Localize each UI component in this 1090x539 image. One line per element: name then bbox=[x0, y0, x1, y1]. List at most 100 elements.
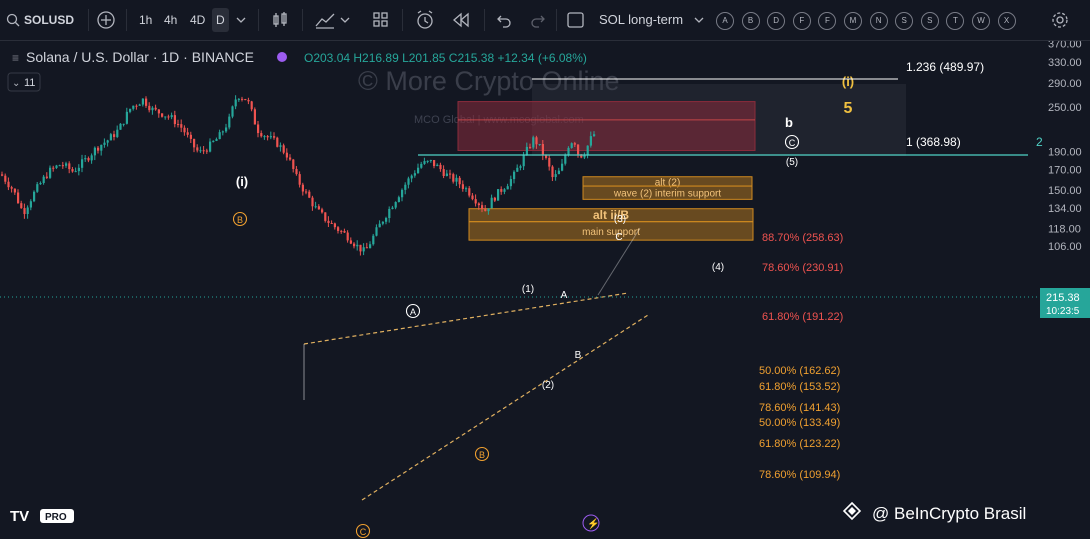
legend-title: Solana / U.S. Dollar · 1D · BINANCE bbox=[26, 49, 254, 65]
fib-level-label: 78.60% (230.91) bbox=[762, 262, 843, 274]
candle-body bbox=[193, 138, 196, 148]
candle-body bbox=[285, 152, 288, 158]
candle-body bbox=[353, 243, 356, 247]
candle-body bbox=[106, 140, 109, 143]
quick-letter-f[interactable]: F bbox=[792, 12, 811, 30]
candle-body bbox=[212, 140, 215, 142]
candle-body bbox=[189, 134, 192, 139]
candle-body bbox=[116, 129, 119, 137]
candle-body bbox=[468, 188, 471, 196]
candle-body bbox=[388, 208, 391, 219]
layout-name[interactable]: SOL long-term bbox=[599, 8, 683, 32]
candle-body bbox=[55, 165, 58, 168]
chevron-down-icon[interactable] bbox=[236, 16, 246, 24]
quick-letter-m[interactable]: M bbox=[844, 12, 862, 30]
candle-body bbox=[516, 167, 519, 172]
candles-icon[interactable] bbox=[270, 10, 290, 30]
candle-body bbox=[65, 163, 68, 166]
wave-label: B bbox=[479, 450, 485, 460]
divider bbox=[88, 9, 89, 31]
fib-level-label: 61.80% (123.22) bbox=[759, 438, 840, 450]
undo-icon[interactable] bbox=[496, 12, 512, 28]
candle-body bbox=[426, 160, 429, 162]
candle-body bbox=[397, 197, 400, 203]
wave-label: (1) bbox=[522, 284, 534, 295]
quick-letter-a[interactable]: A bbox=[716, 12, 734, 30]
candle-body bbox=[122, 123, 125, 125]
chevron-down-icon[interactable] bbox=[340, 16, 350, 24]
candle-body bbox=[180, 124, 183, 128]
alert-icon[interactable] bbox=[414, 9, 436, 31]
candle-body bbox=[173, 115, 176, 125]
fib-zone-label: wave (2) interim support bbox=[613, 189, 721, 200]
candle-body bbox=[234, 99, 237, 107]
candle-body bbox=[413, 173, 416, 176]
candle-body bbox=[33, 191, 36, 202]
quick-letter-s[interactable]: S bbox=[895, 12, 914, 30]
candle-body bbox=[391, 207, 394, 209]
candle-body bbox=[289, 157, 292, 160]
candle-body bbox=[221, 131, 224, 133]
wave-label: (3) bbox=[614, 214, 626, 225]
candle-body bbox=[554, 174, 557, 178]
candle-body bbox=[154, 107, 157, 110]
quick-letter-d[interactable]: D bbox=[767, 12, 786, 30]
candle-body bbox=[225, 127, 228, 132]
redo-icon[interactable] bbox=[530, 12, 546, 28]
quick-letter-s[interactable]: S bbox=[920, 12, 939, 30]
legend-menu-icon[interactable]: ≡ bbox=[12, 51, 19, 65]
candle-body bbox=[445, 173, 448, 177]
fib-level-label: 50.00% (133.49) bbox=[759, 417, 840, 429]
candle-body bbox=[103, 142, 106, 145]
tradingview-logo: TV PRO bbox=[10, 508, 74, 525]
quick-letter-x[interactable]: X bbox=[997, 12, 1016, 30]
candle-body bbox=[183, 127, 186, 133]
symbol-search[interactable]: SOLUSD bbox=[24, 8, 74, 32]
indicators-icon[interactable] bbox=[314, 10, 336, 30]
quick-letter-n[interactable]: N bbox=[869, 12, 888, 30]
quick-letter-f[interactable]: F bbox=[818, 12, 837, 30]
quick-letter-w[interactable]: W bbox=[972, 12, 990, 30]
chevron-down-icon[interactable] bbox=[694, 16, 704, 24]
templates-icon[interactable] bbox=[372, 11, 390, 29]
candle-body bbox=[474, 199, 477, 204]
candle-body bbox=[519, 166, 522, 168]
price-chart[interactable]: © More Crypto Online MCO Global | www.mc… bbox=[0, 41, 1090, 539]
candle-body bbox=[311, 197, 314, 207]
y-tick-label: 150.00 bbox=[1048, 185, 1082, 197]
candle-body bbox=[253, 109, 256, 125]
wave-label: C bbox=[615, 232, 622, 243]
wave-label: (4) bbox=[712, 262, 724, 273]
wave-label: (5) bbox=[786, 157, 798, 168]
wave-label: A bbox=[410, 307, 416, 317]
candle-body bbox=[327, 220, 330, 224]
candle-body bbox=[481, 205, 484, 210]
candle-body bbox=[29, 201, 32, 208]
quick-letter-b[interactable]: B bbox=[741, 12, 760, 30]
settings-icon[interactable] bbox=[1050, 10, 1070, 30]
quick-letter-t[interactable]: T bbox=[946, 12, 965, 30]
candle-body bbox=[241, 98, 244, 100]
candle-body bbox=[433, 160, 436, 167]
candle-body bbox=[164, 116, 167, 118]
bar-countdown: 10:23:5 bbox=[1046, 306, 1080, 317]
candle-body bbox=[250, 101, 253, 110]
candle-body bbox=[145, 98, 148, 106]
interval-4h[interactable]: 4h bbox=[164, 8, 177, 32]
layout-box-icon[interactable] bbox=[567, 12, 585, 28]
candle-body bbox=[375, 227, 378, 236]
replay-icon[interactable] bbox=[452, 12, 470, 28]
candle-body bbox=[365, 247, 368, 249]
candle-body bbox=[301, 184, 304, 192]
interval-d-active[interactable]: D bbox=[212, 8, 229, 32]
interval-4d[interactable]: 4D bbox=[190, 8, 205, 32]
fib-level-label-edge: 2 bbox=[1036, 135, 1043, 149]
candle-body bbox=[279, 145, 282, 147]
candle-body bbox=[132, 105, 135, 109]
search-icon[interactable] bbox=[6, 13, 20, 27]
svg-text:TV: TV bbox=[10, 508, 29, 525]
candle-body bbox=[577, 144, 580, 155]
add-symbol-icon[interactable] bbox=[96, 10, 116, 30]
candle-body bbox=[276, 137, 279, 147]
interval-1h[interactable]: 1h bbox=[139, 8, 152, 32]
